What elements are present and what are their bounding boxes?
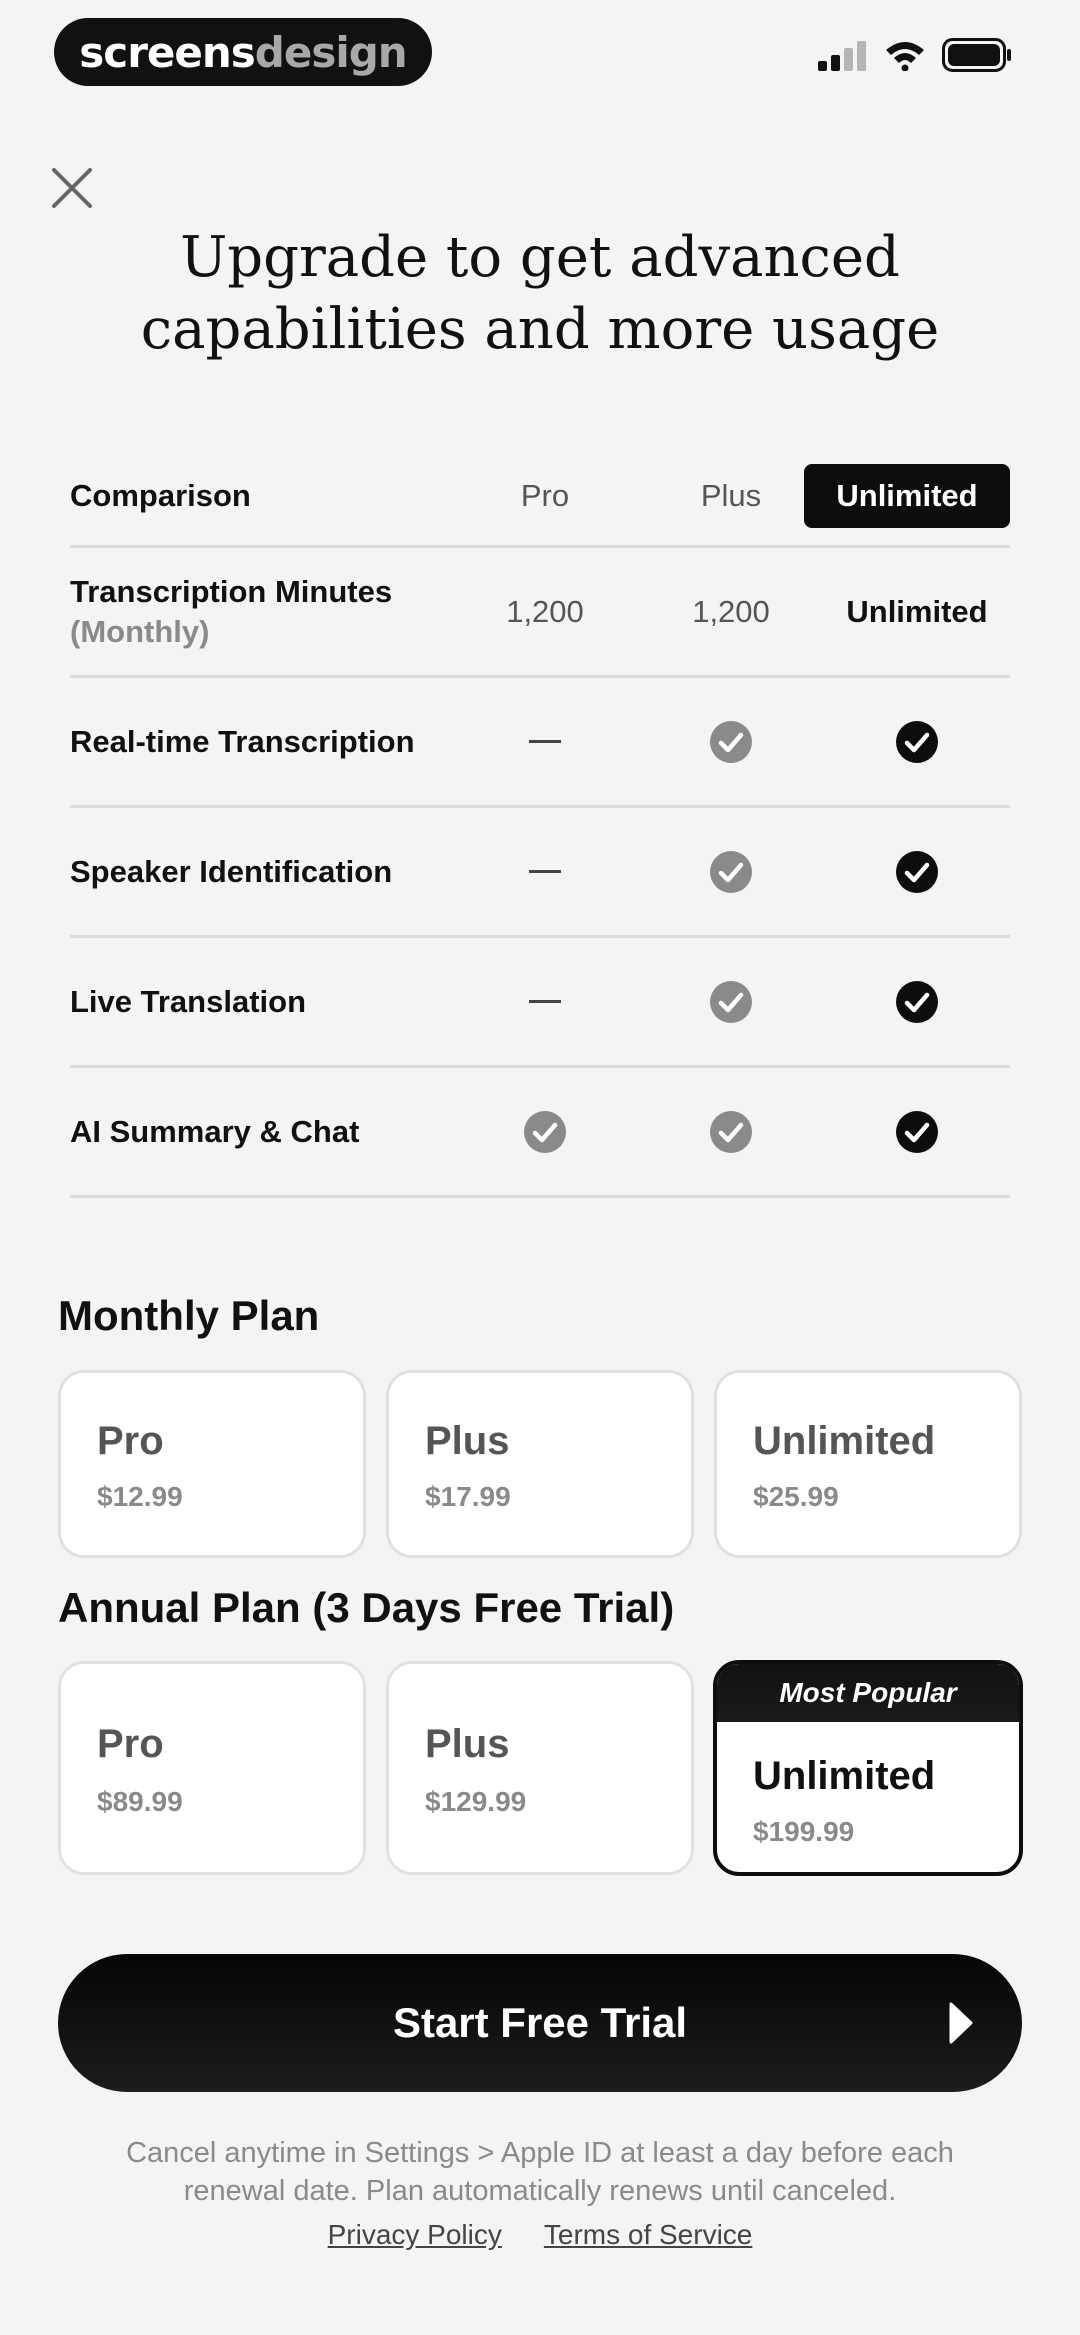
table-row: AI Summary & Chat bbox=[70, 1068, 1010, 1198]
comparison-table: Comparison Pro Plus Unlimited Transcript… bbox=[70, 446, 1010, 1198]
close-icon bbox=[52, 168, 92, 208]
plan-price: $199.99 bbox=[753, 1816, 855, 1847]
title-line-2: capabilities and more usage bbox=[140, 297, 940, 362]
monthly-plan-unlimited-card[interactable]: Unlimited $25.99 bbox=[714, 1370, 1022, 1558]
plan-price: $25.99 bbox=[753, 1481, 839, 1512]
subscription-fineprint: Cancel anytime in Settings > Apple ID at… bbox=[60, 2134, 1020, 2210]
feature-label: Live Translation bbox=[70, 983, 307, 1019]
check-circle-icon bbox=[710, 850, 752, 893]
close-button[interactable] bbox=[44, 160, 100, 216]
cellular-signal-icon bbox=[818, 41, 866, 71]
check-circle-icon bbox=[710, 720, 752, 763]
play-arrow-icon bbox=[949, 2002, 973, 2044]
feature-label: Transcription Minutes bbox=[70, 573, 393, 609]
cell-pro-value: 1,200 bbox=[506, 593, 584, 629]
check-circle-icon bbox=[710, 980, 752, 1023]
start-free-trial-button[interactable]: Start Free Trial bbox=[58, 1954, 1022, 2092]
most-popular-badge: Most Popular bbox=[717, 1664, 1019, 1722]
fineprint-line-1: Cancel anytime in Settings > Apple ID at… bbox=[126, 2137, 954, 2169]
check-circle-icon bbox=[896, 720, 938, 763]
plan-price: $12.99 bbox=[97, 1481, 183, 1512]
brand-secondary: design bbox=[254, 27, 408, 77]
feature-sublabel: (Monthly) bbox=[70, 613, 210, 649]
plan-name: Plus bbox=[425, 1722, 510, 1766]
terms-of-service-link[interactable]: Terms of Service bbox=[544, 2219, 753, 2251]
cell-unlimited-value: Unlimited bbox=[846, 593, 988, 629]
dash-icon bbox=[529, 1000, 561, 1003]
feature-label: Real-time Transcription bbox=[70, 723, 415, 759]
plan-name: Unlimited bbox=[753, 1754, 936, 1798]
monthly-plan-plus-card[interactable]: Plus $17.99 bbox=[386, 1370, 694, 1558]
dash-icon bbox=[529, 870, 561, 873]
dash-icon bbox=[529, 740, 561, 743]
comparison-label: Comparison bbox=[70, 477, 251, 513]
cta-label: Start Free Trial bbox=[392, 1999, 688, 2046]
table-row: Live Translation bbox=[70, 938, 1010, 1068]
battery-icon bbox=[942, 38, 1011, 72]
privacy-policy-link[interactable]: Privacy Policy bbox=[328, 2219, 502, 2251]
title-line-1: Upgrade to get advanced bbox=[180, 225, 900, 290]
brand-primary: screens bbox=[79, 27, 255, 77]
col-header-pro: Pro bbox=[520, 477, 570, 513]
monthly-plan-title: Monthly Plan bbox=[58, 1292, 320, 1339]
feature-label: Speaker Identification bbox=[70, 853, 393, 889]
table-row: Real-time Transcription bbox=[70, 678, 1010, 808]
col-header-unlimited: Unlimited bbox=[804, 463, 1010, 528]
check-circle-icon bbox=[896, 1110, 938, 1153]
check-circle-icon bbox=[524, 1110, 566, 1153]
monthly-plan-pro-card[interactable]: Pro $12.99 bbox=[58, 1370, 366, 1558]
col-header-plus: Plus bbox=[700, 477, 762, 513]
plan-price: $17.99 bbox=[425, 1481, 511, 1512]
brand-logo: screens design bbox=[54, 18, 432, 86]
legal-links: Privacy Policy Terms of Service bbox=[0, 2219, 1080, 2251]
status-icons bbox=[818, 38, 1012, 72]
page-title: Upgrade to get advanced capabilities and… bbox=[0, 222, 1080, 366]
check-circle-icon bbox=[896, 980, 938, 1023]
plan-price: $89.99 bbox=[97, 1786, 183, 1817]
wifi-icon bbox=[886, 42, 924, 71]
feature-label: AI Summary & Chat bbox=[70, 1113, 360, 1149]
annual-plan-plus-card[interactable]: Plus $129.99 bbox=[386, 1661, 694, 1875]
comparison-header-row: Comparison Pro Plus Unlimited bbox=[70, 446, 1010, 548]
check-circle-icon bbox=[896, 850, 938, 893]
annual-plan-title: Annual Plan (3 Days Free Trial) bbox=[58, 1584, 675, 1631]
table-row: Speaker Identification bbox=[70, 808, 1010, 938]
annual-plan-unlimited-card[interactable]: Most Popular Unlimited $199.99 bbox=[713, 1660, 1023, 1876]
plan-name: Pro bbox=[97, 1419, 164, 1463]
plan-name: Plus bbox=[425, 1419, 510, 1463]
plan-name: Pro bbox=[97, 1722, 164, 1766]
annual-plan-pro-card[interactable]: Pro $89.99 bbox=[58, 1661, 366, 1875]
plan-price: $129.99 bbox=[425, 1786, 527, 1817]
check-circle-icon bbox=[710, 1110, 752, 1153]
status-bar: screens design bbox=[0, 0, 1080, 110]
cell-plus-value: 1,200 bbox=[692, 593, 770, 629]
table-row: Transcription Minutes (Monthly) 1,200 1,… bbox=[70, 548, 1010, 678]
fineprint-line-2: renewal date. Plan automatically renews … bbox=[183, 2175, 897, 2207]
plan-name: Unlimited bbox=[753, 1419, 936, 1463]
